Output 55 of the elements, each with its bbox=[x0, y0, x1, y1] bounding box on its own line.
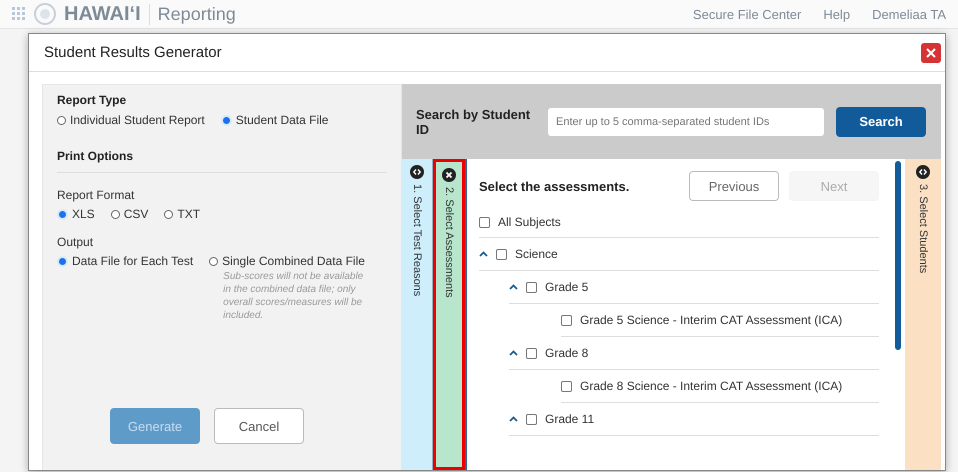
checkbox[interactable] bbox=[526, 414, 537, 424]
radio-button[interactable] bbox=[164, 210, 174, 218]
search-button[interactable]: Search bbox=[836, 106, 926, 136]
tree-label: Grade 5 Science - Interim CAT Assessment (ICA) bbox=[580, 313, 842, 327]
caret-icon[interactable] bbox=[509, 350, 518, 356]
tree-label: Grade 8 Science - Interim CAT Assessment (ICA) bbox=[580, 379, 842, 393]
option-label: TXT bbox=[177, 207, 200, 221]
checkbox[interactable] bbox=[526, 282, 537, 292]
search-label: Search by Student ID bbox=[416, 106, 532, 136]
tree-label: Grade 11 bbox=[545, 412, 594, 426]
step-label: 2. Select Assessments bbox=[443, 187, 455, 298]
close-circle-icon[interactable] bbox=[442, 168, 456, 182]
option-label: CSV bbox=[124, 207, 148, 221]
radio-button[interactable] bbox=[209, 256, 218, 266]
checkbox[interactable] bbox=[496, 248, 507, 260]
caret-icon[interactable] bbox=[509, 416, 518, 422]
dialog-title: Student Results Generator bbox=[44, 44, 223, 61]
help-text: Sub-scores will not be available in the combined data file; only overall scores/measures will be included. bbox=[223, 270, 364, 322]
step-label: 1. Select Test Reasons bbox=[411, 184, 423, 296]
checkbox[interactable] bbox=[479, 216, 490, 228]
radio-button[interactable] bbox=[57, 116, 66, 124]
field-label: Output bbox=[57, 235, 94, 249]
section-heading: Select the assessments. bbox=[479, 178, 630, 194]
radio-option[interactable]: CSV bbox=[110, 207, 148, 221]
seal-icon bbox=[34, 3, 56, 25]
checkbox[interactable] bbox=[561, 380, 572, 392]
tree-label: Science bbox=[515, 247, 558, 261]
logo-text: HAWAIʻI bbox=[64, 2, 141, 26]
student-id-field[interactable]: Enter up to 5 comma-separated student IDs bbox=[548, 108, 824, 136]
step-tab[interactable]: 1. Select Test Reasons bbox=[402, 159, 433, 470]
caret-icon[interactable] bbox=[509, 284, 518, 290]
radio-button[interactable] bbox=[110, 210, 120, 218]
checkbox[interactable] bbox=[561, 314, 572, 326]
tree-label: Grade 5 bbox=[545, 280, 588, 294]
section-heading: Print Options bbox=[57, 149, 387, 173]
step-tab[interactable]: 2. Select Assessments bbox=[433, 159, 465, 470]
product-name: Reporting bbox=[148, 4, 236, 24]
tree-label: Grade 8 bbox=[545, 346, 588, 360]
option-label: XLS bbox=[72, 207, 95, 221]
section-heading: Report Type bbox=[57, 93, 128, 107]
previous-button[interactable]: Previous bbox=[689, 171, 779, 201]
close-button[interactable] bbox=[921, 42, 941, 62]
field-label: Report Format bbox=[57, 188, 136, 202]
radio-option[interactable]: XLS bbox=[57, 207, 95, 221]
radio-option[interactable]: TXT bbox=[164, 207, 200, 221]
expand-circle-icon[interactable] bbox=[410, 165, 424, 179]
checkbox[interactable] bbox=[526, 348, 537, 358]
expand-circle-icon[interactable] bbox=[916, 165, 930, 179]
caret-icon[interactable] bbox=[479, 251, 488, 257]
close-icon bbox=[926, 48, 936, 58]
cancel-button[interactable]: Cancel bbox=[214, 408, 304, 444]
step-label: 3. Select Students bbox=[917, 184, 929, 274]
step-tab[interactable]: 3. Select Students bbox=[905, 159, 941, 470]
scrollbar[interactable] bbox=[895, 161, 901, 350]
tree-label: All Subjects bbox=[498, 215, 561, 229]
